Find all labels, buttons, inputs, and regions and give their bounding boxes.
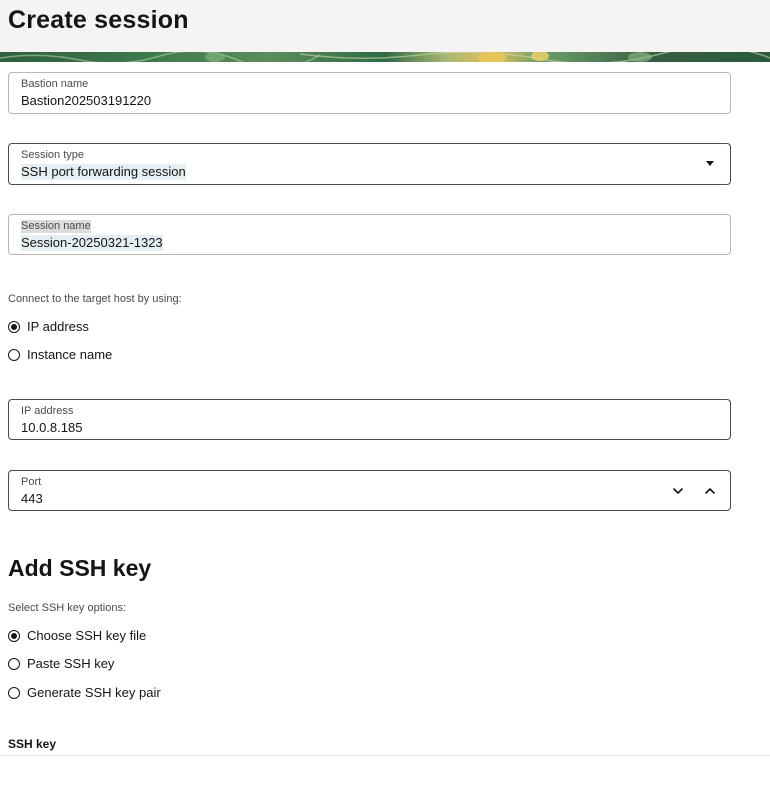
chevron-up-icon[interactable] [702, 483, 718, 499]
page-title: Create session [8, 6, 189, 34]
radio-button-checked[interactable] [8, 630, 20, 642]
decorative-banner [0, 52, 770, 62]
session-type-select[interactable]: Session type SSH port forwarding session [8, 143, 731, 185]
ssh-options-label: Select SSH key options: [8, 602, 127, 614]
session-name-field[interactable]: Session name Session-20250321-1323 [8, 214, 731, 255]
caret-down-icon[interactable] [706, 161, 714, 166]
radio-ip-address[interactable]: IP address [8, 318, 89, 336]
radio-button[interactable] [8, 658, 20, 670]
radio-ip-address-label: IP address [27, 319, 89, 334]
radio-instance-name[interactable]: Instance name [8, 346, 112, 364]
radio-button[interactable] [8, 349, 20, 361]
radio-button-checked[interactable] [8, 321, 20, 333]
divider [0, 755, 770, 756]
port-label: Port [21, 476, 42, 488]
ip-address-label: IP address [21, 405, 74, 417]
radio-choose-ssh-key-file[interactable]: Choose SSH key file [8, 627, 146, 645]
session-type-value: SSH port forwarding session [21, 164, 186, 180]
radio-button[interactable] [8, 687, 20, 699]
page-header: Create session [0, 0, 770, 52]
session-type-label: Session type [21, 149, 84, 161]
session-name-value: Session-20250321-1323 [21, 235, 163, 251]
radio-paste-ssh-key[interactable]: Paste SSH key [8, 655, 114, 673]
bastion-name-value: Bastion202503191220 [21, 93, 152, 108]
ssh-section-heading: Add SSH key [8, 555, 152, 581]
ip-address-value: 10.0.8.185 [21, 420, 83, 435]
session-name-label: Session name [21, 220, 91, 233]
ssh-key-label: SSH key [8, 737, 57, 751]
radio-generate-ssh-key-pair[interactable]: Generate SSH key pair [8, 684, 161, 702]
port-value: 443 [21, 491, 43, 506]
radio-choose-ssh-key-file-label: Choose SSH key file [27, 628, 147, 643]
connect-label: Connect to the target host by using: [8, 293, 182, 305]
port-stepper[interactable]: Port 443 [8, 470, 731, 511]
radio-generate-ssh-key-pair-label: Generate SSH key pair [27, 685, 161, 700]
chevron-down-icon[interactable] [670, 483, 686, 499]
bastion-name-label: Bastion name [21, 78, 89, 90]
radio-instance-name-label: Instance name [27, 347, 113, 362]
ip-address-field[interactable]: IP address 10.0.8.185 [8, 399, 731, 440]
bastion-name-field[interactable]: Bastion name Bastion202503191220 [8, 72, 731, 114]
radio-paste-ssh-key-label: Paste SSH key [27, 656, 115, 671]
